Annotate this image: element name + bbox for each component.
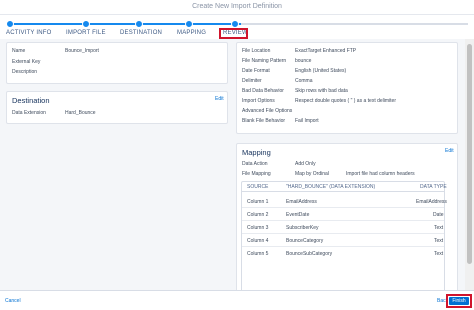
import-row-label: Advanced File Options [242, 108, 293, 114]
column-header-source: SOURCE [247, 184, 269, 190]
data-extension-value: Hard_Bounce [65, 110, 96, 116]
dialog-footer: Cancel Back Finish [0, 290, 474, 310]
source-cell: Column 5 [247, 251, 269, 257]
source-cell: Column 2 [247, 212, 269, 218]
step-dot-destination[interactable] [135, 20, 143, 28]
import-row-label: Date Format [242, 68, 270, 74]
destination-title: Destination [12, 96, 50, 105]
type-cell: Date [433, 212, 444, 218]
step-dot-review[interactable] [231, 20, 239, 28]
type-cell: Text [434, 238, 444, 244]
dialog-header: Create New Import Definition [0, 0, 474, 15]
vertical-scrollbar[interactable] [465, 39, 474, 290]
step-import-file[interactable]: IMPORT FILE [66, 30, 106, 36]
source-cell: Column 4 [247, 238, 269, 244]
table-row: Column 4 BounceCategory Text [242, 234, 444, 247]
step-dot-activity-info[interactable] [6, 20, 14, 28]
step-destination[interactable]: DESTINATION [120, 30, 162, 36]
type-cell: EmailAddress [416, 199, 447, 205]
source-cell: Column 3 [247, 225, 269, 231]
mapping-table: SOURCE "HARD_BOUNCE" (DATA EXTENSION) DA… [241, 181, 447, 290]
import-row-value: bounce [295, 58, 312, 64]
table-row: Column 5 BounceSubCategory Text [242, 247, 444, 260]
external-key-label: External Key [12, 59, 41, 65]
table-row: Column 1 EmailAddress EmailAddress [242, 195, 447, 208]
mapping-edit-link[interactable]: Edit [445, 148, 454, 154]
step-dot-import-file[interactable] [82, 20, 90, 28]
import-row-label: File Location [242, 48, 271, 54]
target-cell: EventDate [286, 212, 310, 218]
dialog-title: Create New Import Definition [192, 3, 282, 10]
mapping-table-header: SOURCE "HARD_BOUNCE" (DATA EXTENSION) DA… [242, 182, 447, 192]
target-cell: SubscriberKey [286, 225, 319, 231]
finish-button-highlight: Finish [446, 294, 472, 308]
step-activity-info[interactable]: ACTIVITY INFO [6, 30, 52, 36]
import-row-label: Blank File Behavior [242, 118, 286, 124]
column-header-target: "HARD_BOUNCE" (DATA EXTENSION) [286, 184, 376, 190]
column-header-type: DATA TYPE [420, 184, 447, 190]
destination-card: Destination Edit Data Extension Hard_Bou… [6, 91, 228, 124]
name-label: Name [12, 48, 26, 54]
activity-info-card: Name Bounce_Import External Key Descript… [6, 42, 228, 84]
destination-edit-link[interactable]: Edit [215, 96, 224, 102]
target-cell: BounceCategory [286, 238, 324, 244]
import-row-value: English (United States) [295, 68, 347, 74]
file-mapping-value: Map by Ordinal [295, 171, 329, 177]
target-cell: EmailAddress [286, 199, 317, 205]
progress-track-fill [10, 23, 241, 25]
type-cell: Text [434, 225, 444, 231]
import-row-label: Delimiter [242, 78, 262, 84]
name-value: Bounce_Import [65, 48, 99, 54]
source-cell: Column 1 [247, 199, 269, 205]
cancel-button[interactable]: Cancel [5, 298, 21, 304]
data-action-value: Add Only [295, 161, 316, 167]
table-row: Column 2 EventDate Date [242, 208, 444, 221]
scrollbar-thumb[interactable] [467, 44, 472, 264]
step-dot-mapping[interactable] [185, 20, 193, 28]
import-row-value: ExactTarget Enhanced FTP [295, 48, 357, 54]
description-label: Description [12, 69, 38, 75]
import-row-label: Bad Data Behavior [242, 88, 284, 94]
finish-button[interactable]: Finish [449, 297, 469, 305]
import-row-label: File Naming Pattern [242, 58, 287, 64]
target-cell: BounceSubCategory [286, 251, 333, 257]
progress-stepper: ACTIVITY INFO IMPORT FILE DESTINATION MA… [0, 15, 474, 39]
column-headers-note: Import file had column headers [346, 171, 415, 177]
import-row-value: Skip rows with bad data [295, 88, 348, 94]
import-row-value: Respect double quotes ( " ) as a text de… [295, 98, 396, 104]
mapping-title: Mapping [242, 148, 271, 157]
review-content: Name Bounce_Import External Key Descript… [0, 39, 474, 290]
import-file-card: File Location ExactTarget Enhanced FTP F… [236, 42, 458, 134]
data-action-label: Data Action [242, 161, 268, 167]
type-cell: Text [434, 251, 444, 257]
import-row-label: Import Options [242, 98, 275, 104]
import-row-value: Fail Import [295, 118, 319, 124]
file-mapping-label: File Mapping [242, 171, 271, 177]
table-row: Column 3 SubscriberKey Text [242, 221, 444, 234]
review-step-highlight [219, 28, 248, 39]
step-mapping[interactable]: MAPPING [177, 30, 206, 36]
import-row-value: Comma [295, 78, 313, 84]
data-extension-label: Data Extension [12, 110, 46, 116]
